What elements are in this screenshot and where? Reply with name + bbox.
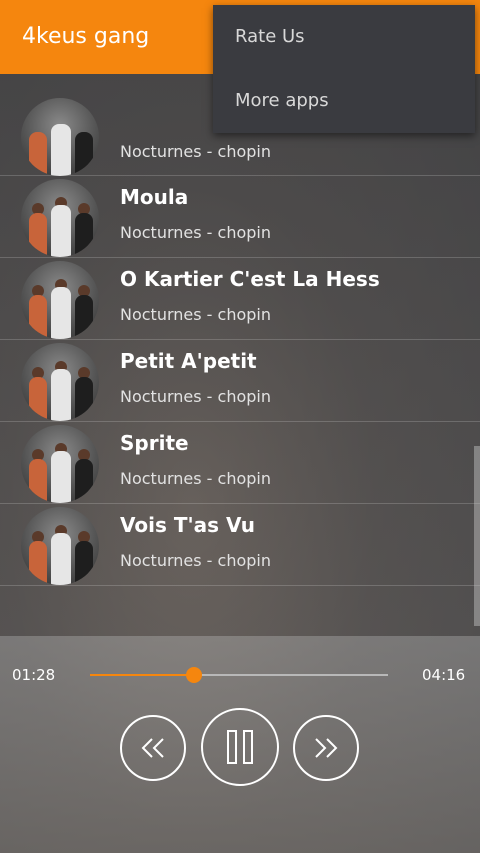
total-time: 04:16 bbox=[422, 666, 466, 684]
album-art bbox=[21, 98, 99, 176]
album-art bbox=[21, 425, 99, 503]
song-list[interactable]: Nocturnes - chopin Moula Nocturnes - cho… bbox=[0, 74, 480, 636]
song-title: Vois T'as Vu bbox=[120, 513, 255, 537]
song-title: Petit A'petit bbox=[120, 349, 257, 373]
list-scrollbar[interactable] bbox=[474, 446, 480, 626]
song-artist: Nocturnes - chopin bbox=[120, 223, 271, 242]
song-artist: Nocturnes - chopin bbox=[120, 551, 271, 570]
seek-bar[interactable] bbox=[90, 667, 388, 683]
song-title: O Kartier C'est La Hess bbox=[120, 267, 380, 291]
song-title: Moula bbox=[120, 185, 189, 209]
player-panel: 01:28 04:16 bbox=[0, 636, 480, 853]
app-title: 4keus gang bbox=[22, 24, 150, 49]
menu-item-more-apps[interactable]: More apps bbox=[213, 69, 475, 133]
menu-item-rate-us[interactable]: Rate Us bbox=[213, 5, 475, 69]
song-artist: Nocturnes - chopin bbox=[120, 142, 271, 161]
song-item[interactable]: Petit A'petit Nocturnes - chopin bbox=[0, 340, 480, 422]
album-art bbox=[21, 179, 99, 257]
pause-icon bbox=[227, 730, 253, 764]
song-item[interactable]: Vois T'as Vu Nocturnes - chopin bbox=[0, 504, 480, 586]
album-art bbox=[21, 507, 99, 585]
song-artist: Nocturnes - chopin bbox=[120, 387, 271, 406]
song-item[interactable]: Moula Nocturnes - chopin bbox=[0, 176, 480, 258]
song-title: Sprite bbox=[120, 431, 189, 455]
seek-bar-thumb[interactable] bbox=[185, 667, 202, 683]
fast-forward-icon bbox=[315, 738, 338, 758]
overflow-menu: Rate Us More apps bbox=[213, 5, 475, 133]
current-time: 01:28 bbox=[12, 666, 56, 684]
song-artist: Nocturnes - chopin bbox=[120, 469, 271, 488]
seek-bar-progress bbox=[90, 674, 194, 676]
song-item[interactable]: Sprite Nocturnes - chopin bbox=[0, 422, 480, 504]
album-art bbox=[21, 343, 99, 421]
rewind-icon bbox=[141, 738, 164, 758]
rewind-button[interactable] bbox=[120, 715, 186, 781]
album-art bbox=[21, 261, 99, 339]
song-item[interactable]: O Kartier C'est La Hess Nocturnes - chop… bbox=[0, 258, 480, 340]
fast-forward-button[interactable] bbox=[293, 715, 359, 781]
song-artist: Nocturnes - chopin bbox=[120, 305, 271, 324]
pause-button[interactable] bbox=[201, 708, 279, 786]
